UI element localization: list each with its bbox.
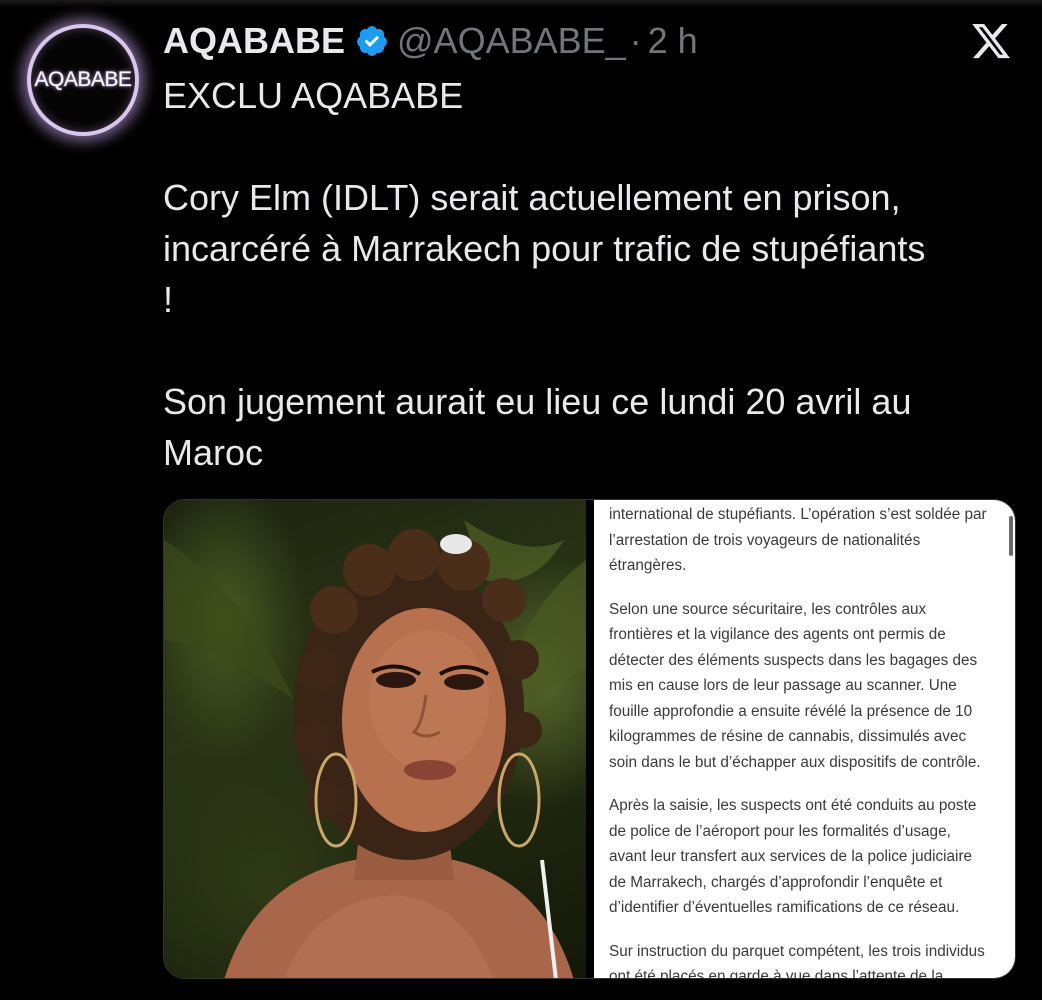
tweet-line: Son jugement aurait eu lieu ce lundi 20 … <box>163 381 912 422</box>
article-paragraph: Selon une source sécuritaire, les contrô… <box>609 600 981 771</box>
tweet-line: ! <box>163 279 174 320</box>
tweet-time[interactable]: 2 h <box>648 20 698 62</box>
article-paragraph: international de stupéfiants. L’opératio… <box>609 506 987 574</box>
avatar[interactable]: AQABABE <box>27 24 139 136</box>
author-handle[interactable]: @AQABABE_ <box>397 20 626 62</box>
separator-dot: · <box>629 20 642 61</box>
person-illustration <box>164 520 586 978</box>
tweet-line: EXCLU AQABABE <box>163 75 464 116</box>
article-screenshot[interactable]: international de stupéfiants. L’opératio… <box>594 500 1015 979</box>
top-fade <box>0 0 1042 8</box>
avatar-text: AQABABE <box>34 68 132 92</box>
person-photo[interactable] <box>164 500 586 978</box>
tweet-line: Cory Elm (IDLT) serait actuellement en p… <box>163 177 901 218</box>
author-display-name[interactable]: AQABABE <box>163 20 345 62</box>
article-scrollbar[interactable] <box>1009 516 1013 556</box>
article-paragraph: Après la saisie, les suspects ont été co… <box>609 797 977 916</box>
x-logo-icon[interactable] <box>969 20 1013 62</box>
tweet-text: EXCLU AQABABE Cory Elm (IDLT) serait act… <box>163 70 1023 478</box>
article-paragraph: Sur instruction du parquet compétent, le… <box>609 942 985 979</box>
tweet-header: AQABABE @AQABABE_ · 2 h <box>163 18 698 64</box>
tweet-line: incarcéré à Marrakech pour trafic de stu… <box>163 228 926 269</box>
tweet-media[interactable]: international de stupéfiants. L’opératio… <box>163 499 1016 979</box>
verified-badge-icon <box>357 26 387 56</box>
media-divider <box>586 500 594 978</box>
tweet-line: Maroc <box>163 432 264 473</box>
